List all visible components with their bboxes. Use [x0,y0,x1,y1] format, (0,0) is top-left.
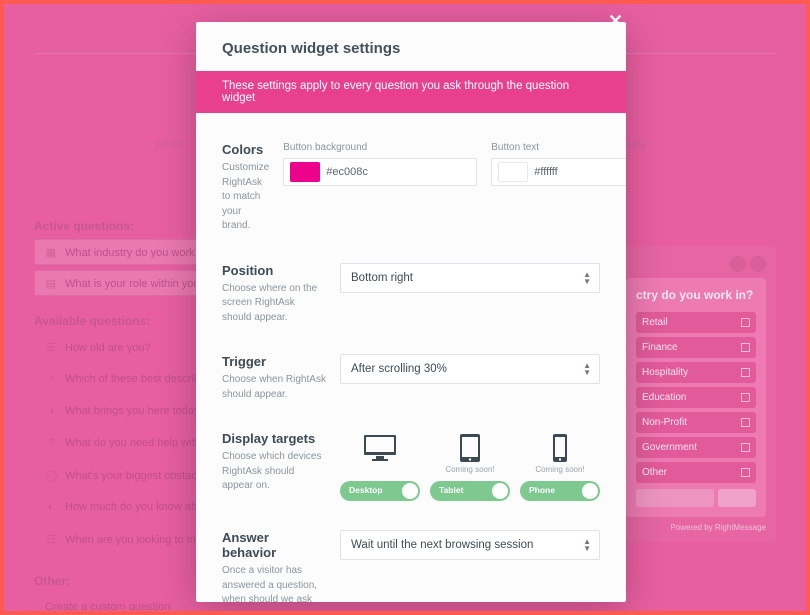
toggle-tablet[interactable]: Tablet [430,481,510,501]
section-heading: Position [222,263,326,278]
coming-soon-label: Coming soon! [430,465,510,477]
target-tablet: Coming soon! Tablet [430,431,510,501]
chevron-updown-icon: ▲▼ [583,362,591,376]
section-colors: Colors Customize RightAsk to match your … [222,121,600,242]
section-desc: Choose which devices RightAsk should app… [222,450,326,494]
section-desc: Choose when RightAsk should appear. [222,373,326,402]
target-desktop: Desktop [340,431,420,501]
section-targets: Display targets Choose which devices Rig… [222,410,600,509]
coming-soon-label: Coming soon! [520,465,600,477]
field-label: Button background [283,142,477,153]
section-heading: Trigger [222,354,326,369]
color-input-bg[interactable] [283,158,477,186]
section-desc: Once a visitor has answered a question, … [222,564,326,602]
chevron-updown-icon: ▲▼ [583,271,591,285]
field-label: Button text [491,142,626,153]
toggle-desktop[interactable]: Desktop [340,481,420,501]
section-heading: Answer behavior [222,530,326,560]
chevron-updown-icon: ▲▼ [583,538,591,552]
modal-scroll[interactable]: Question widget settings These settings … [196,22,626,602]
trigger-select[interactable]: After scrolling 30% ▲▼ [340,354,600,384]
modal-title: Question widget settings [196,22,626,71]
select-value: Bottom right [351,272,413,284]
tablet-icon [430,431,510,463]
toggle-phone[interactable]: Phone [520,481,600,501]
section-position: Position Choose where on the screen Righ… [222,242,600,334]
answer-select[interactable]: Wait until the next browsing session ▲▼ [340,530,600,560]
modal-banner: These settings apply to every question y… [196,71,626,113]
settings-modal: Question widget settings These settings … [196,22,626,602]
select-value: After scrolling 30% [351,363,447,375]
position-select[interactable]: Bottom right ▲▼ [340,263,600,293]
section-heading: Colors [222,142,269,157]
coming-soon-label [340,465,420,477]
select-value: Wait until the next browsing session [351,539,533,551]
target-phone: Coming soon! Phone [520,431,600,501]
section-answer: Answer behavior Once a visitor has answe… [222,509,600,602]
section-heading: Display targets [222,431,326,446]
section-desc: Customize RightAsk to match your brand. [222,161,269,234]
color-hex-input[interactable] [534,166,626,178]
swatch-icon[interactable] [498,162,528,182]
desktop-icon [340,431,420,463]
swatch-icon[interactable] [290,162,320,182]
section-trigger: Trigger Choose when RightAsk should appe… [222,333,600,410]
color-hex-input[interactable] [326,166,476,178]
phone-icon [520,431,600,463]
section-desc: Choose where on the screen RightAsk shou… [222,282,326,326]
color-input-text[interactable] [491,158,626,186]
